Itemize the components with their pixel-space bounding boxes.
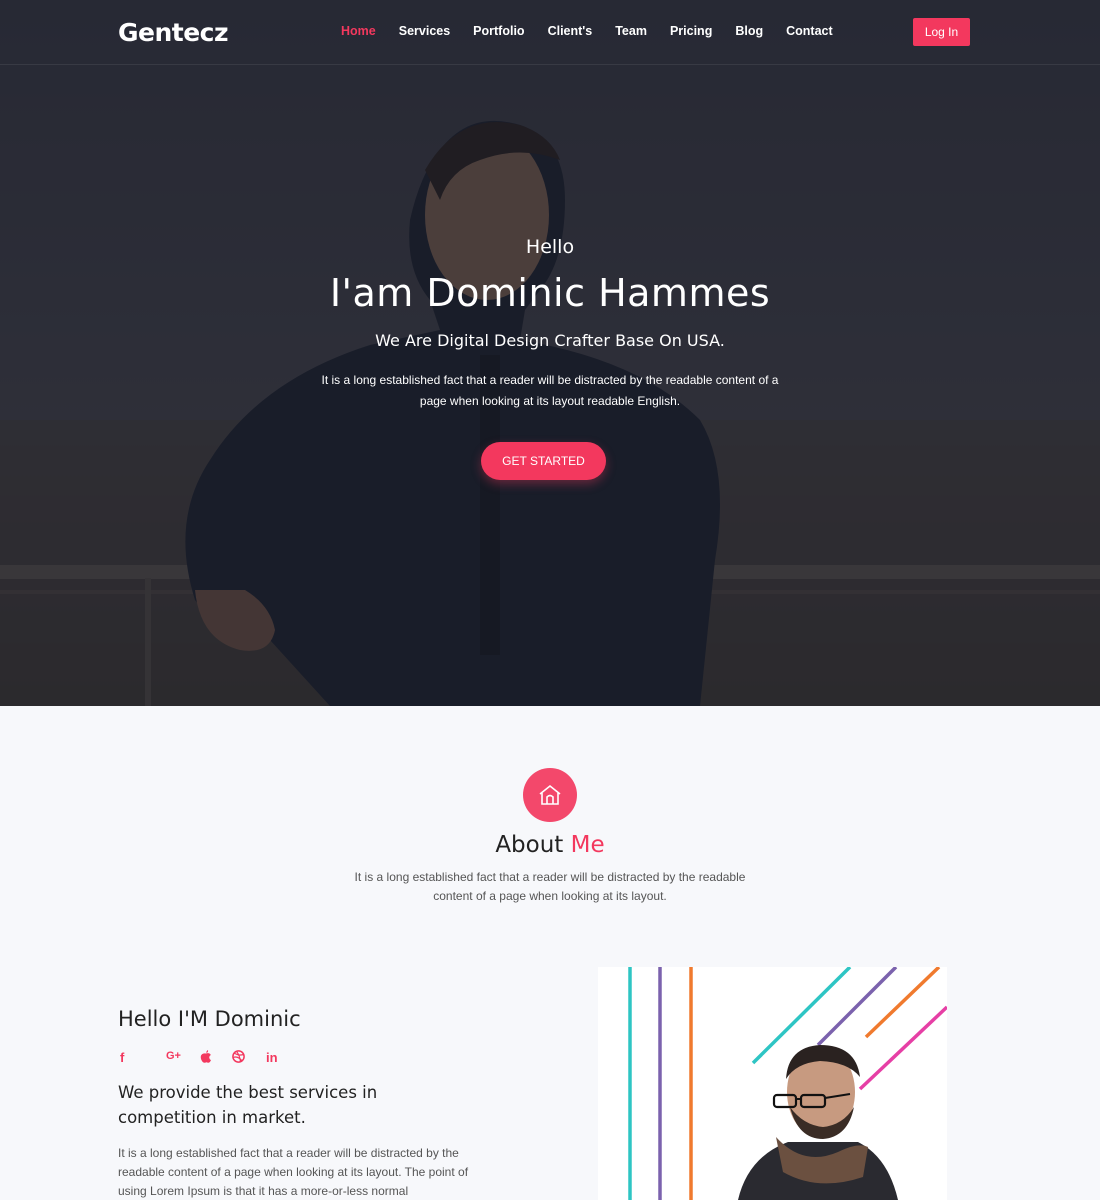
nav-link-portfolio[interactable]: Portfolio: [473, 24, 524, 38]
nav-link-services[interactable]: Services: [399, 24, 450, 38]
linkedin-icon[interactable]: in: [266, 1050, 296, 1066]
hero-tagline: We Are Digital Design Crafter Base On US…: [375, 331, 725, 350]
about-heading: Hello I'M Dominic: [118, 1007, 301, 1031]
google-plus-icon[interactable]: G+: [166, 1050, 200, 1066]
home-icon: [523, 768, 577, 822]
about-title-accent: Me: [570, 832, 605, 858]
about-title-main: About: [495, 832, 564, 858]
about-subheading: We provide the best services in competit…: [118, 1083, 378, 1127]
hero-overlay: [0, 0, 1100, 706]
hero-greeting: Hello: [525, 236, 575, 258]
hero-section: Gentecz Home Services Portfolio Client's…: [0, 0, 1100, 706]
hero-description: It is a long established fact that a rea…: [321, 373, 779, 408]
about-description: It is a long established fact that a rea…: [354, 870, 746, 903]
social-links: f G+ in: [120, 1050, 296, 1066]
portrait-image: [598, 967, 947, 1200]
nav-link-home[interactable]: Home: [341, 24, 376, 38]
nav-link-contact[interactable]: Contact: [786, 24, 833, 38]
get-started-button[interactable]: GET STARTED: [481, 442, 606, 480]
about-title: About Me: [0, 832, 1100, 858]
site-logo[interactable]: Gentecz: [118, 18, 229, 47]
nav-links: Home Services Portfolio Client's Team Pr…: [341, 24, 856, 38]
dribbble-icon[interactable]: [232, 1050, 266, 1066]
portrait-card: [598, 967, 947, 1200]
nav-link-clients[interactable]: Client's: [548, 24, 593, 38]
login-button[interactable]: Log In: [913, 18, 970, 46]
facebook-icon[interactable]: f: [120, 1050, 166, 1066]
nav-link-team[interactable]: Team: [615, 24, 647, 38]
nav-link-blog[interactable]: Blog: [735, 24, 763, 38]
apple-icon[interactable]: [200, 1050, 232, 1066]
hero-name: I'am Dominic Hammes: [329, 271, 771, 315]
top-navbar: Gentecz Home Services Portfolio Client's…: [0, 0, 1100, 65]
about-body-text: It is a long established fact that a rea…: [118, 1146, 469, 1198]
nav-link-pricing[interactable]: Pricing: [670, 24, 712, 38]
